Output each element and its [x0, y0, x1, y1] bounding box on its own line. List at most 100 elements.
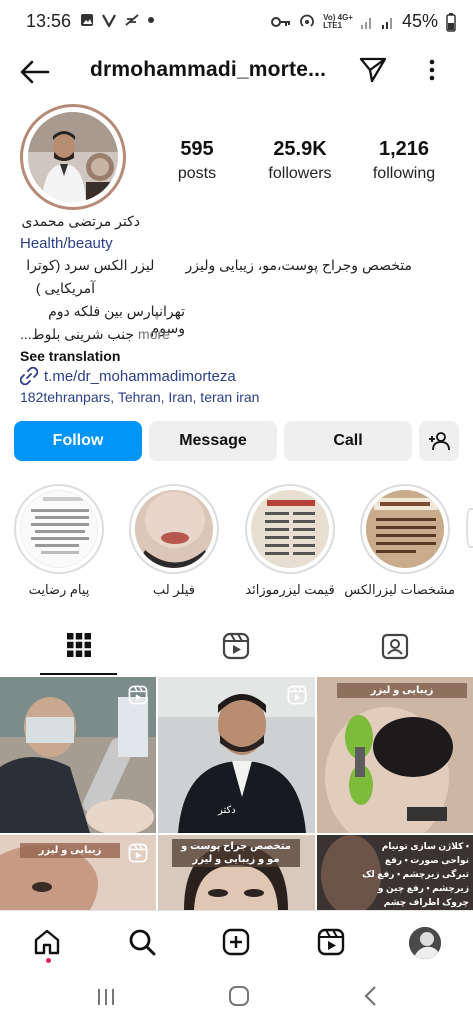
posts-count: 595 — [180, 138, 214, 160]
following-label: following — [372, 165, 436, 182]
reel-badge-icon — [128, 843, 148, 863]
battery-icon — [446, 12, 456, 32]
highlight-reviews[interactable]: پیام رضایت — [9, 484, 109, 598]
grid-post-4[interactable]: زیبایی و لیزر — [0, 835, 156, 910]
wifi-off-notification-icon — [125, 14, 139, 26]
profile-avatar[interactable] — [20, 104, 126, 210]
create-post-nav-icon[interactable] — [222, 928, 250, 956]
highlight-cover — [366, 490, 444, 568]
highlight-label: فیلر لب — [153, 582, 195, 597]
followers-label: followers — [268, 165, 332, 182]
signal-2-icon — [381, 17, 392, 29]
highlight-ring — [245, 484, 335, 574]
highlight-ring — [14, 484, 104, 574]
grid-post-1[interactable] — [0, 677, 156, 833]
post-6-caption: • کلاژن سازی تونیام نواحی صورت • رفع تیر… — [362, 841, 469, 907]
system-status: Vo) 4G+ LTE1 45% — [271, 11, 457, 32]
status-time: 13:56 — [26, 11, 72, 31]
highlight-label: پیام رضایت — [28, 582, 90, 597]
bio-link-row[interactable]: t.me/dr_mohammadimorteza — [20, 367, 236, 385]
own-avatar-image — [409, 927, 441, 959]
highlight-ring — [129, 484, 219, 574]
highlight-cover — [251, 490, 329, 568]
lips-thumb — [135, 490, 213, 568]
avatar-image — [28, 112, 118, 202]
bio-line-1: متخصص وجراح پوست،مو، زیبایی ولیزر لیزر ا… — [26, 257, 412, 273]
grid-post-2[interactable]: دکتر — [158, 677, 315, 833]
highlight-label: مشخصات لیزرالکس — [344, 582, 455, 597]
posts-label: posts — [177, 165, 217, 182]
tagged-tab-icon[interactable] — [381, 632, 409, 660]
reels-nav-icon[interactable] — [317, 928, 345, 956]
reels-tab-icon[interactable] — [222, 632, 250, 660]
system-navigation-bar — [0, 970, 473, 1024]
reel-badge-icon — [128, 685, 148, 705]
bio-link[interactable]: t.me/dr_mohammadimorteza — [44, 368, 236, 385]
profile-nav-avatar[interactable] — [409, 927, 441, 959]
network-type: Vo) 4G+ LTE1 — [323, 12, 353, 30]
followers-stat[interactable]: 25.9K followers — [250, 138, 350, 183]
post-2-caption: دکتر — [218, 805, 236, 816]
highlight-lip-filler[interactable]: فیلر لب — [124, 484, 224, 598]
grid-post-6[interactable]: • کلاژن سازی تونیام نواحی صورت • رفع تیر… — [317, 835, 473, 910]
bio-line-4: جنب شرینی بلوط... — [20, 326, 135, 342]
bio-name: دکتر مرتضی محمدی — [21, 213, 141, 229]
gallery-notification-icon — [81, 14, 93, 26]
key-icon — [271, 16, 291, 27]
grid-post-3[interactable]: زیبایی و لیزر — [317, 677, 473, 833]
bio-category[interactable]: Health/beauty — [20, 235, 113, 252]
reel-badge-icon — [287, 685, 307, 705]
call-button[interactable]: Call — [284, 421, 412, 461]
chat-screenshot-thumb — [31, 497, 89, 554]
posts-stat[interactable]: 595 posts — [147, 138, 247, 183]
follow-button[interactable]: Follow — [14, 421, 142, 461]
highlight-cover — [20, 490, 98, 568]
highlight-cover — [135, 490, 213, 568]
home-nav-icon[interactable] — [33, 928, 61, 956]
back-arrow-icon[interactable] — [20, 60, 50, 84]
post-5-caption: متخصص جراح پوست و مو و زیبایی و لیزر — [172, 839, 300, 867]
bottom-navigation — [0, 910, 473, 970]
active-tab-indicator — [40, 673, 117, 675]
send-direct-icon[interactable] — [358, 56, 388, 84]
doctor-photo — [28, 112, 118, 202]
grid-tab-icon[interactable] — [66, 632, 92, 658]
notification-dot-icon — [46, 958, 51, 963]
dot-icon — [148, 17, 154, 23]
post-3-image — [317, 677, 473, 833]
link-icon — [20, 367, 38, 385]
back-button-icon[interactable] — [363, 985, 379, 1007]
recent-apps-icon[interactable] — [96, 987, 116, 1007]
profile-tabs — [0, 620, 473, 676]
battery-percent: 45% — [401, 11, 438, 31]
hotspot-icon — [300, 14, 314, 27]
post-3-caption: زیبایی و لیزر — [337, 683, 467, 698]
bio-line-4-row: جنب شرینی بلوط... more — [20, 326, 170, 343]
highlight-label: قیمت لیزرموزائد — [245, 582, 335, 597]
highlight-ring — [360, 484, 450, 574]
see-translation[interactable]: See translation — [20, 348, 120, 364]
v-notification-icon — [102, 14, 116, 27]
highlight-laser-price[interactable]: قیمت لیزرموزائد — [240, 484, 340, 598]
price-list-thumb — [251, 490, 329, 568]
grid-post-5[interactable]: متخصص جراح پوست و مو و زیبایی و لیزر — [158, 835, 315, 910]
home-button-icon[interactable] — [228, 985, 250, 1007]
bio-address[interactable]: 182tehranpars, Tehran, Iran, teran iran — [20, 389, 259, 405]
followers-count: 25.9K — [273, 138, 327, 160]
message-button[interactable]: Message — [149, 421, 277, 461]
signal-1-icon — [360, 17, 371, 29]
following-stat[interactable]: 1,216 following — [354, 138, 454, 183]
profile-username: drmohammadi_morte... — [90, 58, 327, 81]
suggest-follow-button[interactable] — [419, 421, 459, 461]
bio-line-2: آمریکایی ) — [35, 280, 95, 296]
more-link[interactable]: more — [138, 326, 170, 343]
post-4-caption: زیبایی و لیزر — [20, 843, 120, 858]
status-bar: 13:56 Vo) 4G+ LTE1 45% — [0, 0, 473, 44]
following-count: 1,216 — [378, 138, 430, 160]
highlight-partial[interactable] — [466, 508, 473, 548]
highlight-alex-laser[interactable]: مشخصات لیزرالکس — [344, 484, 455, 598]
search-nav-icon[interactable] — [128, 928, 156, 956]
more-options-icon[interactable] — [428, 58, 436, 82]
add-person-icon — [429, 432, 450, 451]
notification-icons — [80, 13, 154, 27]
